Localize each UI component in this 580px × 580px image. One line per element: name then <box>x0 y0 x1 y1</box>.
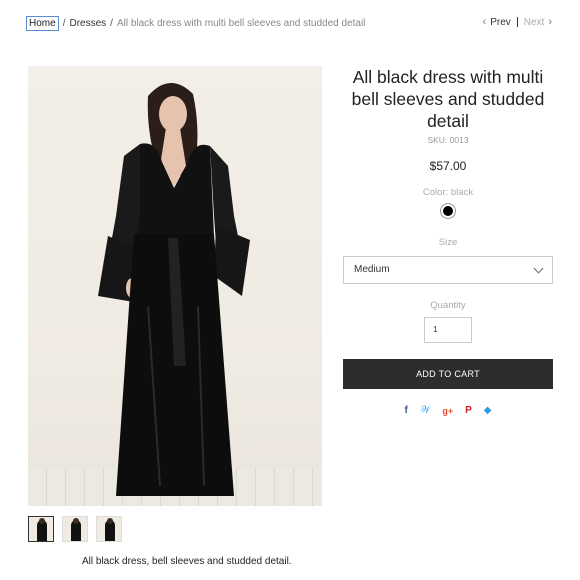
share-icons: f 𝒲 g+ P ◆ <box>343 405 553 416</box>
main-product-image[interactable] <box>28 66 322 506</box>
size-select[interactable]: Medium <box>343 256 553 284</box>
thumbnail-head <box>107 518 113 524</box>
size-label: Size <box>438 237 458 248</box>
facebook-icon[interactable]: f <box>405 405 408 416</box>
google-plus-icon[interactable]: g+ <box>442 406 453 416</box>
breadcrumb-dresses-link[interactable]: Dresses <box>69 18 106 29</box>
dress-model-figure <box>98 82 250 496</box>
thumbnail-head <box>73 518 79 524</box>
next-link[interactable]: Next <box>524 17 545 28</box>
chevron-left-icon[interactable]: ‹ <box>483 16 487 28</box>
twitter-icon[interactable]: 𝒲 <box>420 405 430 416</box>
product-sku: SKU: 0013 <box>427 135 469 145</box>
thumbnail-strip <box>28 516 122 542</box>
quantity-label: Quantity <box>430 300 466 311</box>
product-price: $57.00 <box>429 159 467 173</box>
quantity-input[interactable]: 1 <box>424 317 472 343</box>
breadcrumb-home-link[interactable]: Home <box>26 16 59 31</box>
product-info: All black dress with multi bell sleeves … <box>343 66 553 416</box>
thumbnail-1[interactable] <box>28 516 54 542</box>
breadcrumb: Home / Dresses / All black dress with mu… <box>26 16 365 31</box>
fancy-icon[interactable]: ◆ <box>484 405 492 416</box>
thumbnail-3[interactable] <box>96 516 122 542</box>
chevron-right-icon[interactable]: › <box>548 16 552 28</box>
product-pager: ‹ Prev Next › <box>483 16 552 28</box>
size-select-value: Medium <box>354 264 390 275</box>
add-to-cart-button[interactable]: ADD TO CART <box>343 359 553 389</box>
breadcrumb-separator: / <box>62 18 66 29</box>
chevron-down-icon <box>533 263 544 274</box>
color-label: Color: black <box>422 187 474 198</box>
product-description: All black dress, bell sleeves and studde… <box>82 556 292 567</box>
thumbnail-2[interactable] <box>62 516 88 542</box>
breadcrumb-separator: / <box>110 18 113 29</box>
pager-divider <box>516 17 518 27</box>
prev-link[interactable]: Prev <box>490 17 511 28</box>
pinterest-icon[interactable]: P <box>465 405 472 416</box>
thumbnail-head <box>39 518 45 524</box>
product-title: All black dress with multi bell sleeves … <box>351 67 545 131</box>
breadcrumb-current: All black dress with multi bell sleeves … <box>116 18 366 29</box>
color-swatch-black[interactable] <box>441 204 455 218</box>
